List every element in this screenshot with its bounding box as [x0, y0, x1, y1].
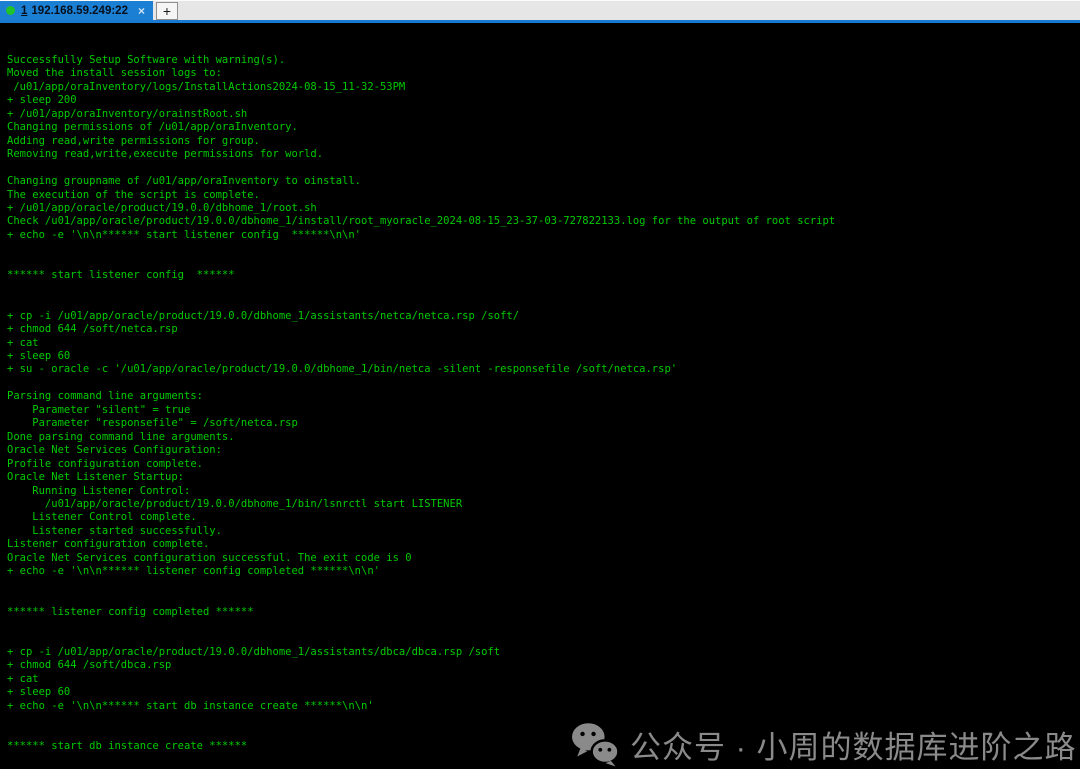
close-icon[interactable]: ×	[138, 5, 145, 17]
tab-bar: 1 192.168.59.249:22 × +	[0, 0, 1080, 20]
tab-title: 192.168.59.249:22	[31, 4, 128, 17]
terminal-window[interactable]: Successfully Setup Software with warning…	[0, 23, 1080, 769]
connection-status-icon	[6, 6, 15, 15]
new-tab-button[interactable]: +	[155, 2, 178, 20]
tab-label: 1 192.168.59.249:22	[21, 5, 128, 17]
session-tab[interactable]: 1 192.168.59.249:22 ×	[0, 1, 153, 20]
tab-index: 1	[21, 4, 28, 17]
terminal-output: Successfully Setup Software with warning…	[7, 54, 836, 753]
